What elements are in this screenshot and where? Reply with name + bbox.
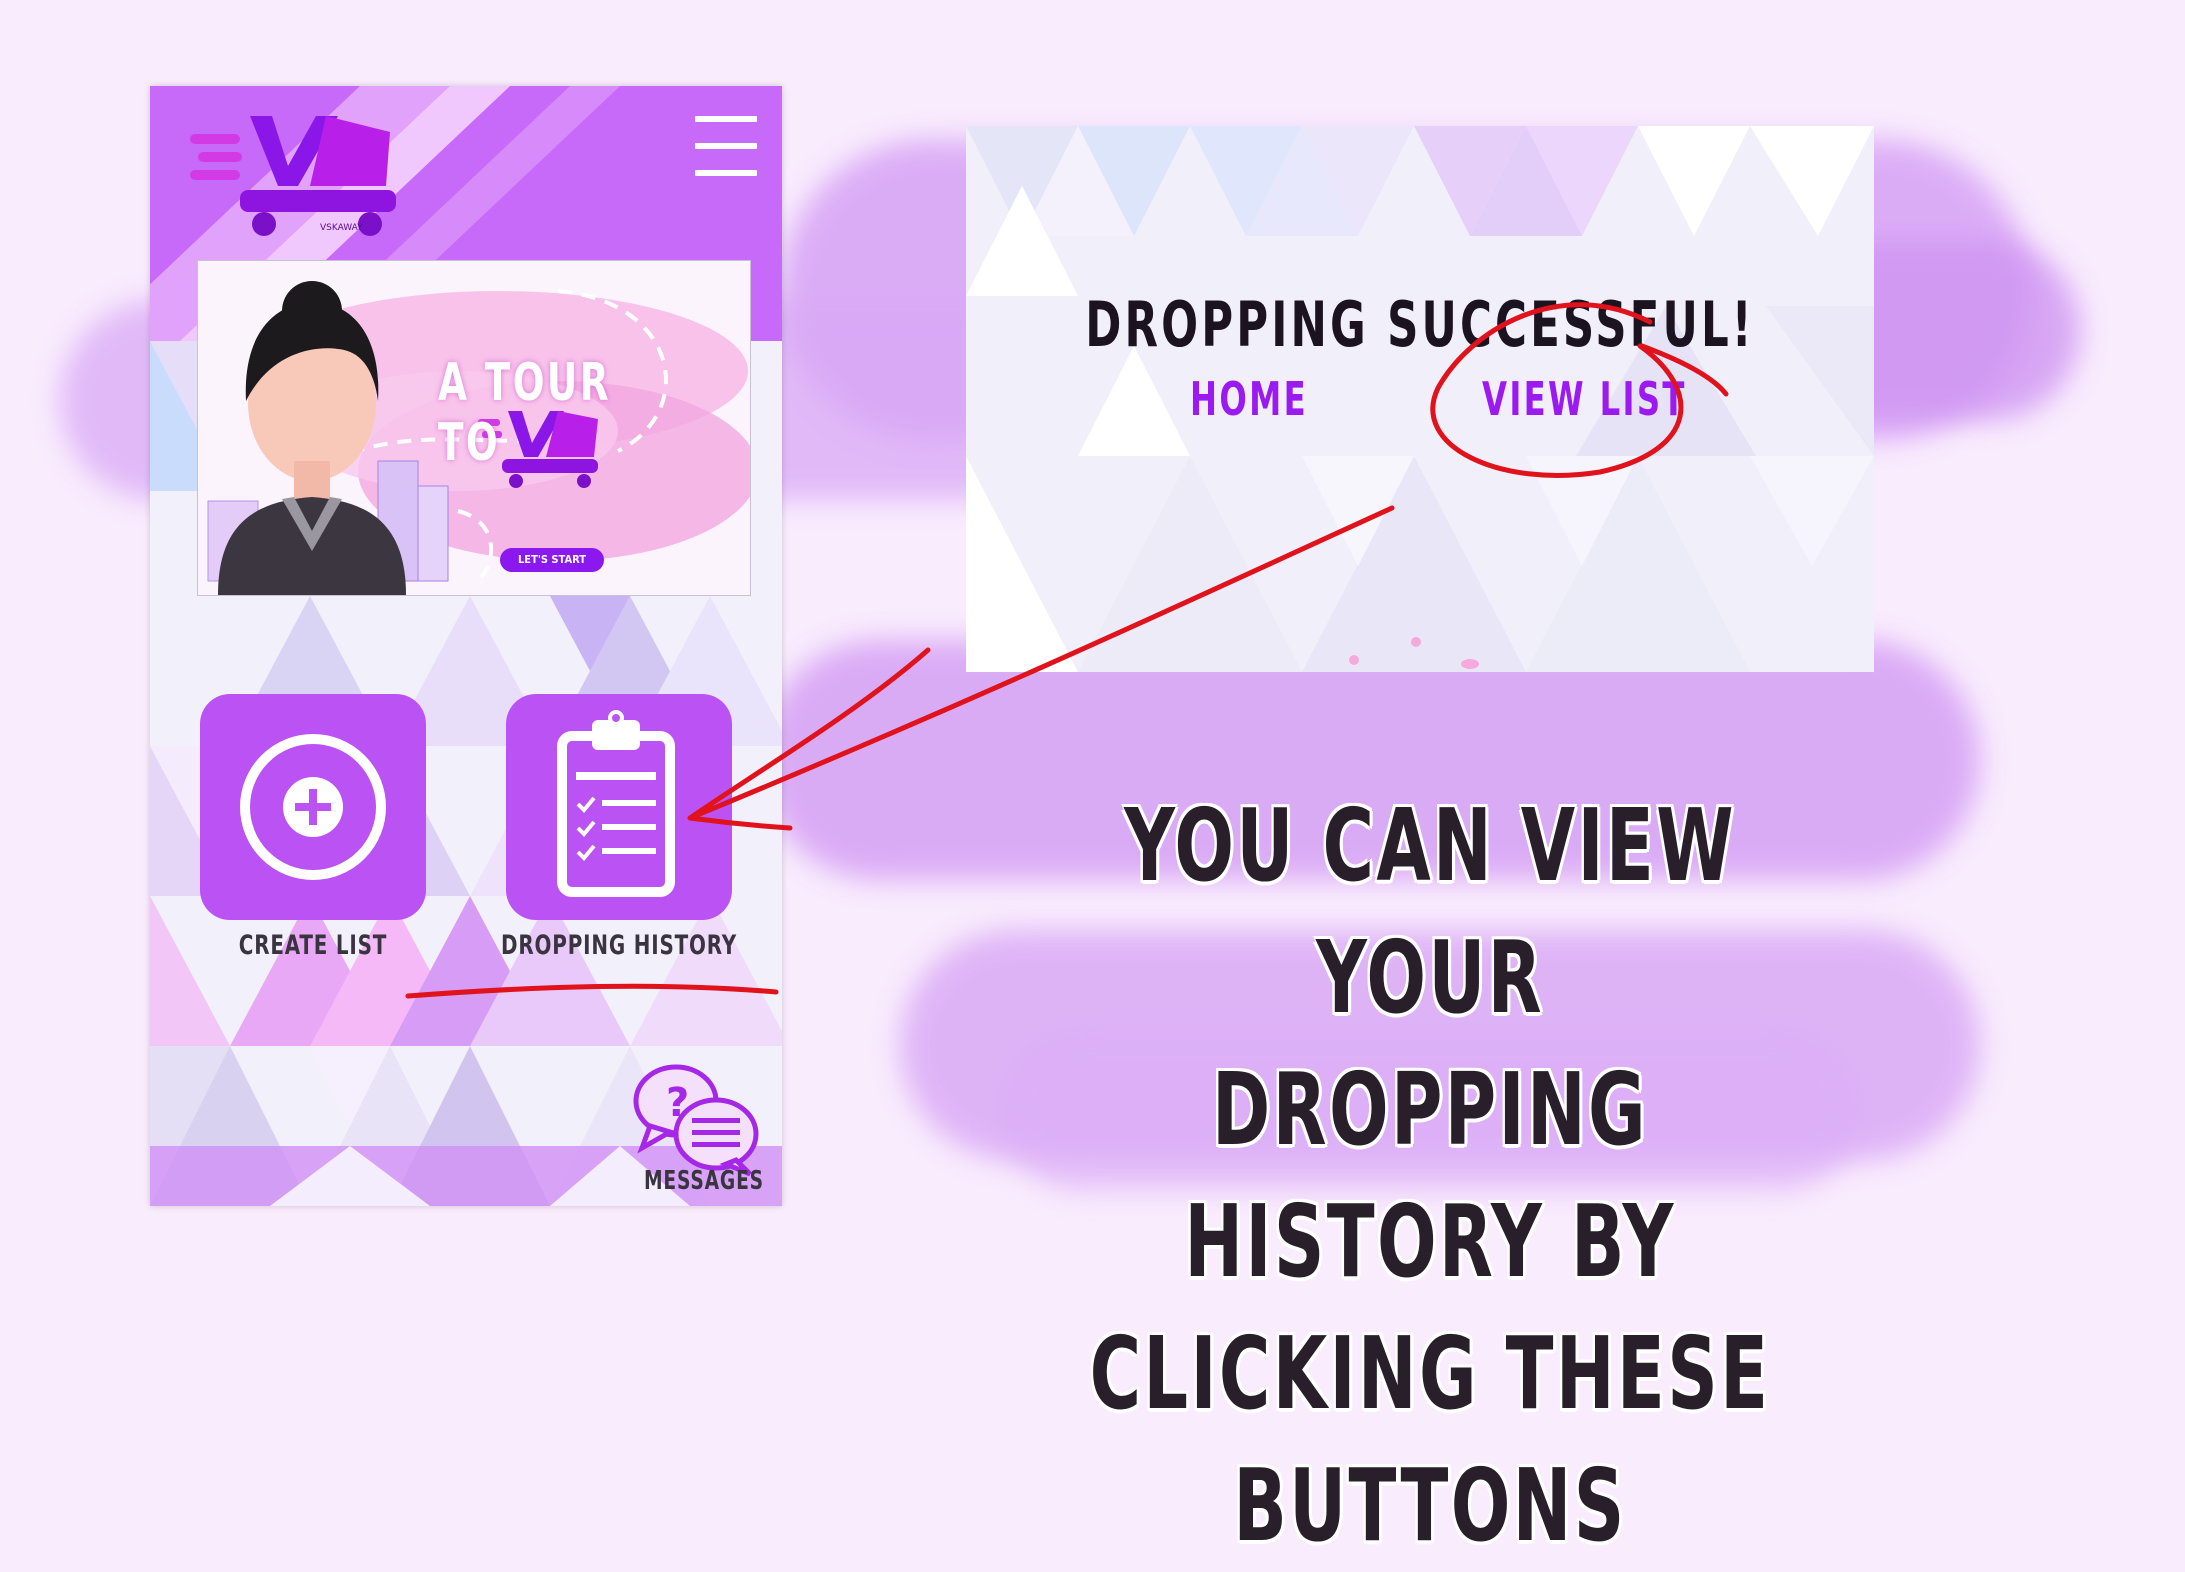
phone-screen: VSKAWAY A TOUR TO LET'S START CREATE LIS…	[150, 86, 782, 1206]
tour-banner[interactable]: A TOUR TO LET'S START	[197, 260, 751, 596]
lets-start-button[interactable]: LET'S START	[500, 548, 604, 572]
headline-line-3: CLICKING THESE BUTTONS	[1089, 1315, 1771, 1564]
messages-icon[interactable]: ?	[626, 1056, 766, 1176]
messages-label: MESSAGES	[644, 1166, 764, 1196]
dropping-success-screen: DROPPING SUCCESSFUL! HOME VIEW LIST	[966, 126, 1874, 672]
banner-title: A TOUR TO	[438, 353, 611, 473]
success-title: DROPPING SUCCESSFUL!	[1085, 288, 1755, 361]
app-logo: VSKAWAY	[190, 116, 396, 236]
hamburger-menu-icon[interactable]	[695, 116, 757, 176]
plus-circle-icon	[240, 734, 386, 880]
card-triangle-background	[966, 126, 1874, 672]
triangle-background	[150, 86, 782, 1206]
headline-line-2: DROPPING HISTORY BY	[1184, 1051, 1676, 1300]
view-list-link[interactable]: VIEW LIST	[1482, 372, 1687, 426]
home-link[interactable]: HOME	[1190, 372, 1308, 426]
dropping-history-label: DROPPING HISTORY	[501, 930, 737, 961]
svg-text:VSKAWAY: VSKAWAY	[320, 223, 363, 233]
create-list-label: CREATE LIST	[238, 930, 388, 961]
dropping-history-button[interactable]	[506, 694, 732, 920]
headline-line-1: YOU CAN VIEW YOUR	[1124, 787, 1736, 1036]
create-list-button[interactable]	[200, 694, 426, 920]
clipboard-checklist-icon	[557, 710, 675, 897]
instruction-headline: YOU CAN VIEW YOUR DROPPING HISTORY BY CL…	[1040, 780, 1820, 1572]
